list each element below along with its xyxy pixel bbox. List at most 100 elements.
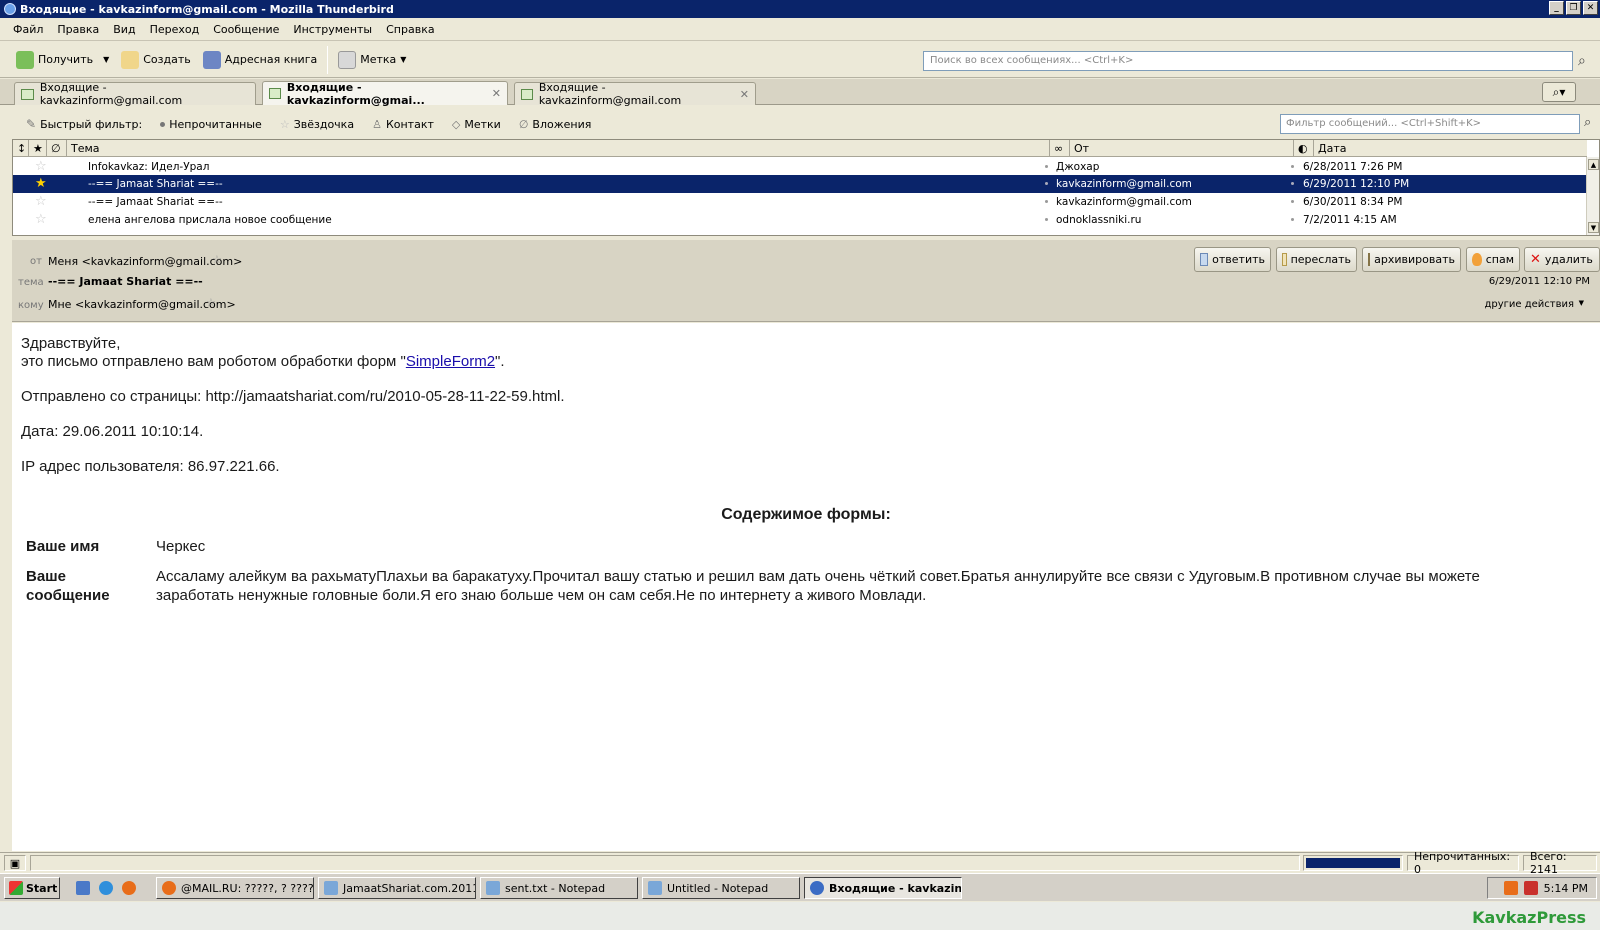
scroll-up-icon[interactable]: ▲	[1588, 159, 1599, 170]
connection-icon[interactable]: ▣	[4, 855, 26, 871]
star-icon[interactable]: ☆	[35, 212, 47, 227]
menu-tools[interactable]: Инструменты	[286, 23, 379, 36]
archive-button[interactable]: архивировать	[1362, 247, 1461, 272]
body-greeting: Здравствуйте,	[21, 335, 121, 352]
unread-icon	[160, 121, 166, 127]
message-list-header: ↕ ★ ∅ Тема ∞ От ◐ Дата	[13, 140, 1587, 157]
filter-unread[interactable]: Непрочитанные	[152, 118, 270, 131]
body-date: Дата: 29.06.2011 10:10:14.	[21, 423, 204, 440]
star-icon[interactable]: ☆	[35, 159, 47, 174]
message-row[interactable]: ☆ Infokavkaz: Идел-Урал Джохар 6/28/2011…	[13, 158, 1587, 176]
notepad-icon	[648, 881, 662, 895]
system-tray: 5:14 PM	[1487, 877, 1597, 899]
maximize-button[interactable]: ❐	[1566, 1, 1581, 15]
form-heading: Содержимое формы:	[721, 506, 891, 523]
quick-filter-toggle[interactable]: ✎ Быстрый фильтр:	[18, 117, 150, 131]
body-ip: IP адрес пользователя: 86.97.221.66.	[21, 458, 280, 475]
message-row[interactable]: ☆ елена ангелова прислала новое сообщени…	[13, 211, 1587, 229]
reply-button[interactable]: ответить	[1194, 247, 1271, 272]
menu-file[interactable]: Файл	[6, 23, 50, 36]
taskbar-item-thunderbird[interactable]: Входящие - kavkazin...	[804, 877, 962, 899]
menu-message[interactable]: Сообщение	[206, 23, 286, 36]
status-bar: ▣ Непрочитанных: 0 Всего: 2141	[0, 850, 1600, 876]
menu-go[interactable]: Переход	[143, 23, 207, 36]
simpleform-link[interactable]: SimpleForm2	[406, 353, 495, 370]
close-tab-icon[interactable]: ✕	[740, 88, 749, 101]
read-column-icon[interactable]: ∞	[1050, 140, 1070, 157]
reply-icon	[1200, 253, 1209, 266]
taskbar-item-sent-notepad[interactable]: sent.txt - Notepad	[480, 877, 638, 899]
read-status-icon	[1045, 218, 1048, 221]
filter-contact[interactable]: ♙ Контакт	[364, 118, 442, 131]
compose-button[interactable]: Создать	[115, 46, 197, 74]
tab-bar: Входящие - kavkazinform@gmail.com Входящ…	[0, 79, 1600, 107]
tag-icon: ◇	[451, 117, 461, 131]
column-subject[interactable]: Тема	[67, 140, 1050, 157]
message-list: ↕ ★ ∅ Тема ∞ От ◐ Дата ☆ Infokavkaz: Иде…	[12, 139, 1600, 236]
search-icon[interactable]: ⌕	[1584, 115, 1591, 130]
column-from[interactable]: От	[1070, 140, 1294, 157]
start-button[interactable]: Start	[4, 877, 60, 899]
progress-bar	[1303, 855, 1403, 871]
tab-inbox-2[interactable]: Входящие - kavkazinform@gmai... ✕	[262, 81, 508, 107]
spam-button[interactable]: спам	[1466, 247, 1520, 272]
chevron-down-icon[interactable]: ▼	[103, 55, 109, 64]
notepad-icon	[324, 881, 338, 895]
get-mail-icon	[16, 50, 34, 69]
close-button[interactable]: ✕	[1583, 1, 1598, 15]
tab-search-button[interactable]: ⌕▾	[1542, 82, 1576, 102]
total-count: Всего: 2141	[1523, 850, 1597, 876]
taskbar-item-untitled-notepad[interactable]: Untitled - Notepad	[642, 877, 800, 899]
clock[interactable]: 5:14 PM	[1544, 882, 1588, 895]
filter-starred[interactable]: ☆ Звёздочка	[272, 118, 362, 131]
global-search-input[interactable]: Поиск во всех сообщениях... <Ctrl+K>	[923, 51, 1573, 71]
watermark: KavkazPress	[1472, 908, 1586, 927]
message-date: 6/29/2011 12:10 PM	[1488, 276, 1590, 287]
tray-app-icon[interactable]	[1503, 881, 1518, 895]
star-icon[interactable]: ★	[35, 176, 47, 191]
address-book-button[interactable]: Адресная книга	[197, 46, 323, 74]
thread-column-icon[interactable]: ↕	[13, 140, 29, 157]
scroll-down-icon[interactable]: ▼	[1588, 222, 1599, 233]
message-list-scrollbar[interactable]: ▲ ▼	[1586, 157, 1599, 235]
ie-icon[interactable]	[99, 881, 113, 895]
chevron-down-icon: ▼	[400, 55, 407, 64]
message-filter-input[interactable]: Фильтр сообщений... <Ctrl+Shift+K>	[1280, 114, 1580, 134]
taskbar-item-mailru[interactable]: @MAIL.RU: ?????, ? ????...	[156, 877, 314, 899]
star-column-icon[interactable]: ★	[29, 140, 47, 157]
toolbar-separator	[327, 45, 329, 74]
minimize-button[interactable]: _	[1549, 1, 1564, 15]
message-row-selected[interactable]: ★ --== Jamaat Shariat ==-- kavkazinform@…	[13, 175, 1587, 193]
tag-button[interactable]: Метка ▼	[332, 46, 412, 74]
message-row[interactable]: ☆ --== Jamaat Shariat ==-- kavkazinform@…	[13, 193, 1587, 211]
menu-edit[interactable]: Правка	[50, 23, 106, 36]
window-title: Входящие - kavkazinform@gmail.com - Mozi…	[20, 2, 394, 16]
subject-value: --== Jamaat Shariat ==--	[48, 275, 203, 288]
get-mail-button[interactable]: Получить ▼	[10, 46, 115, 74]
tab-inbox-3[interactable]: Входящие - kavkazinform@gmail.com ✕	[514, 81, 756, 107]
star-icon[interactable]: ☆	[206, 296, 216, 309]
column-date[interactable]: Дата	[1314, 140, 1587, 157]
filter-tags[interactable]: ◇ Метки	[444, 118, 509, 131]
taskbar-item-jamaat[interactable]: JamaatShariat.com.2011...	[318, 877, 476, 899]
tab-inbox-1[interactable]: Входящие - kavkazinform@gmail.com	[14, 81, 256, 107]
delete-button[interactable]: ✕ удалить	[1524, 247, 1600, 272]
chevron-down-icon[interactable]: ▼	[1579, 299, 1584, 307]
tray-alert-icon[interactable]	[1523, 881, 1538, 895]
menu-help[interactable]: Справка	[379, 23, 441, 36]
compose-icon	[121, 50, 140, 69]
star-icon[interactable]: ☆	[35, 194, 47, 209]
junk-column-icon[interactable]: ◐	[1294, 140, 1314, 157]
filter-attachments[interactable]: ∅ Вложения	[511, 118, 600, 131]
close-tab-icon[interactable]: ✕	[492, 87, 501, 100]
forward-button[interactable]: переслать	[1276, 247, 1357, 272]
attachment-column-icon[interactable]: ∅	[47, 140, 67, 157]
star-icon[interactable]: ☆	[212, 253, 222, 266]
windows-logo-icon	[9, 881, 23, 895]
notepad-icon	[486, 881, 500, 895]
search-icon[interactable]: ⌕	[1578, 53, 1586, 69]
other-actions-menu[interactable]: другие действия	[1484, 299, 1574, 310]
menu-view[interactable]: Вид	[106, 23, 142, 36]
firefox-icon[interactable]	[122, 881, 136, 895]
show-desktop-icon[interactable]	[76, 881, 90, 895]
